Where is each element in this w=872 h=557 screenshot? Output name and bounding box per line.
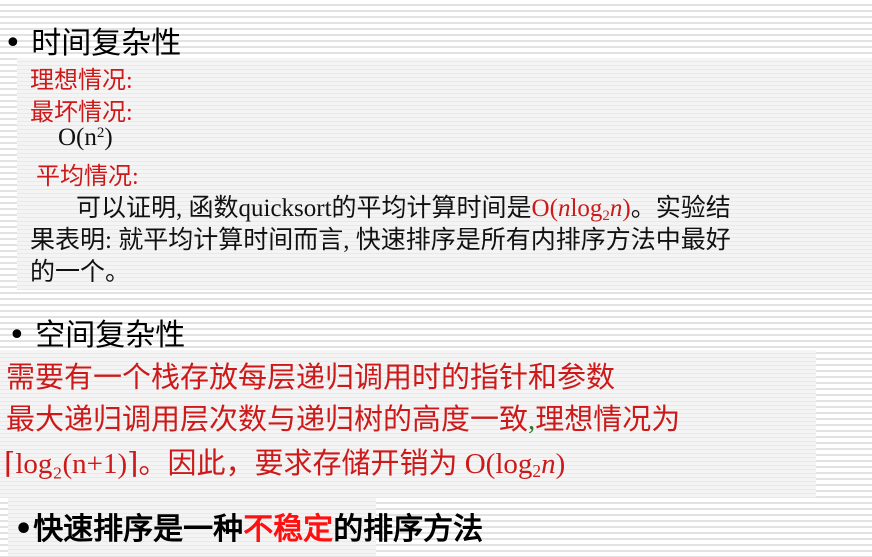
- best-case-label: 理想情况:: [30, 68, 133, 94]
- recursion-depth-formula: ⌈log₂(n+1)⌉: [4, 448, 139, 480]
- space-line-2: 最大递归调用层次数与递归树的高度一致,理想情况为: [6, 404, 681, 436]
- space-complexity-heading: • 空间复杂性: [8, 318, 186, 353]
- stability-statement: •快速排序是一种不稳定的排序方法: [14, 512, 484, 547]
- worst-case-label: 最坏情况:: [30, 100, 133, 126]
- unstable-highlight: 不稳定: [243, 512, 334, 547]
- average-case-label: 平均情况:: [36, 164, 139, 190]
- worst-case-value: O(n2): [58, 124, 113, 151]
- time-complexity-heading: • 时间复杂性: [4, 26, 182, 61]
- space-line-3: ⌈log₂(n+1)⌉。因此，要求存储开销为 O(log2n): [4, 448, 566, 481]
- space-line-1: 需要有一个栈存放每层递归调用时的指针和参数: [6, 362, 616, 394]
- average-case-text-3: 的一个。: [30, 259, 131, 286]
- average-case-text-2: 果表明: 就平均计算时间而言, 快速排序是所有内排序方法中最好: [30, 227, 731, 254]
- average-case-value: O(nlog2n): [531, 195, 631, 224]
